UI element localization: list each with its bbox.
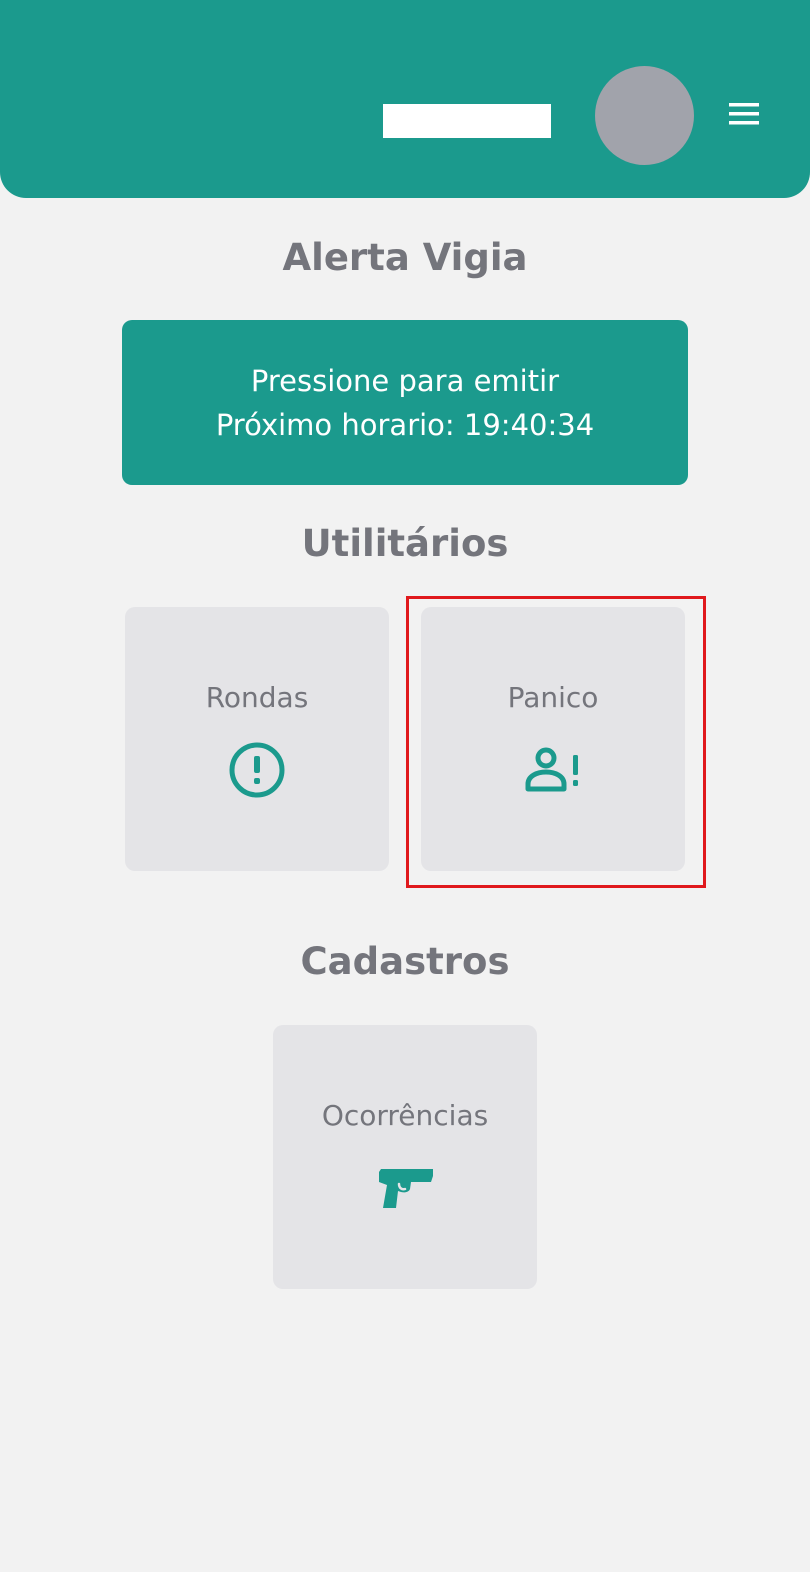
next-schedule-time: Próximo horario: 19:40:34 <box>215 407 595 442</box>
ocorrencias-label: Ocorrências <box>321 1099 489 1132</box>
rondas-label: Rondas <box>205 681 309 714</box>
alert-section-title: Alerta Vigia <box>282 236 528 279</box>
emit-alert-button[interactable]: Pressione para emitir Próximo horario: 1… <box>122 320 688 485</box>
app-header <box>0 0 810 198</box>
rondas-card[interactable]: Rondas <box>125 607 389 871</box>
pistol-icon <box>379 1169 433 1208</box>
panico-label: Panico <box>507 681 599 714</box>
person-alert-icon <box>525 747 578 792</box>
ocorrencias-card[interactable]: Ocorrências <box>273 1025 537 1289</box>
utilities-section-title: Utilitários <box>301 522 509 565</box>
hamburger-menu-icon[interactable] <box>722 96 766 132</box>
registrations-section-title: Cadastros <box>300 940 510 983</box>
alert-button-instruction: Pressione para emitir <box>250 363 560 398</box>
panico-card[interactable]: Panico <box>421 607 685 871</box>
user-avatar[interactable] <box>595 66 694 165</box>
exclamation-circle-icon <box>229 742 285 798</box>
redacted-title-bar <box>383 104 551 138</box>
